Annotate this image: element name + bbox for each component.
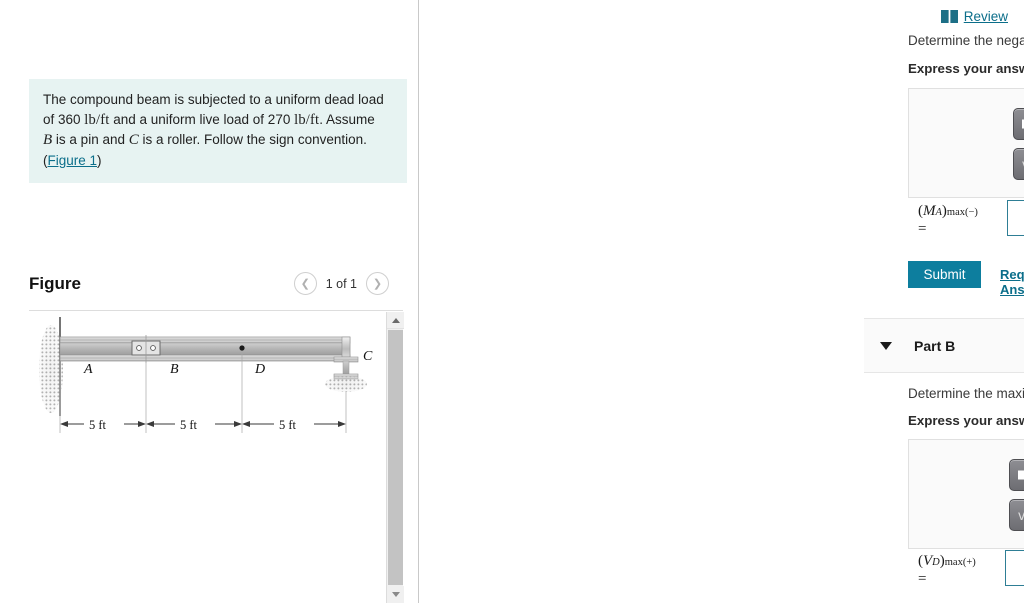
submit-button[interactable]: Submit bbox=[908, 261, 981, 288]
part-a-question: Determine the negative bending moment at… bbox=[908, 32, 1024, 50]
figure-panel: A B D C 5 ft 5 ft 5 ft bbox=[29, 310, 404, 603]
book-icon bbox=[940, 10, 958, 23]
part-a-question-text: Determine the negative bending moment at bbox=[908, 33, 1024, 48]
live-load-unit: lb/ft bbox=[294, 111, 320, 128]
dimension-2: 5 ft bbox=[180, 418, 198, 432]
part-b-header[interactable]: Part B bbox=[864, 318, 1024, 373]
review-label: Review bbox=[963, 9, 1008, 24]
figure-scrollbar[interactable] bbox=[386, 312, 404, 603]
figure-title: Figure bbox=[29, 273, 81, 293]
part-a-symbol: M bbox=[923, 203, 936, 219]
problem-line-2c: . Assume bbox=[319, 111, 375, 127]
vector-button-b[interactable]: vec bbox=[1009, 499, 1024, 531]
part-b-toolbar: □ ΑΣφ ↓↑ vec bbox=[909, 440, 1024, 548]
vector-label-b: vec bbox=[1018, 507, 1024, 523]
dead-load-unit: lb/ft bbox=[84, 111, 110, 128]
part-b-qualifier: max(+) bbox=[944, 557, 976, 568]
part-b-question-text: Determine the maximum positive shear at bbox=[908, 386, 1024, 401]
problem-line-2b: and a uniform live load of 270 bbox=[109, 111, 295, 127]
part-b-answer-card: □ ΑΣφ ↓↑ vec bbox=[908, 439, 1024, 549]
template-root-button-b[interactable]: □ bbox=[1009, 459, 1024, 491]
pin-label-b: B bbox=[43, 132, 53, 148]
chevron-right-icon[interactable]: ❯ bbox=[366, 272, 389, 295]
part-a-toolbar: □ ΑΣφ ↓↑ vec bbox=[909, 89, 1024, 197]
figure-header: Figure ❮ 1 of 1 ❯ bbox=[29, 272, 389, 295]
problem-statement: The compound beam is subjected to a unif… bbox=[29, 79, 407, 183]
request-answer-link[interactable]: Request Answer bbox=[1000, 267, 1024, 297]
caret-down-icon[interactable] bbox=[880, 341, 892, 350]
problem-line-1: The compound beam is subjected to a unif… bbox=[43, 92, 384, 107]
chevron-left-icon[interactable]: ❮ bbox=[293, 272, 317, 295]
template-root-icon-b: □ bbox=[1018, 470, 1024, 480]
part-a-qualifier: max(−) bbox=[946, 207, 978, 218]
left-panel: The compound beam is subjected to a unif… bbox=[0, 0, 419, 603]
part-b-answer-label: (VD)max(+) = bbox=[918, 553, 976, 588]
part-a-instruction: Express your answer using three signific… bbox=[908, 61, 1024, 76]
label-B: B bbox=[170, 362, 179, 377]
scroll-up-button[interactable] bbox=[387, 312, 404, 329]
problem-line-2a: of 360 bbox=[43, 111, 85, 127]
part-b-subscript: D bbox=[932, 557, 940, 568]
figure-link[interactable]: Figure 1 bbox=[48, 153, 98, 168]
part-b-equals: = bbox=[918, 571, 927, 587]
part-b-symbol: V bbox=[923, 553, 933, 569]
dimension-3: 5 ft bbox=[279, 418, 297, 432]
part-b-question: Determine the maximum positive shear at … bbox=[908, 386, 1024, 403]
label-C: C bbox=[363, 349, 373, 364]
figure-count: 1 of 1 bbox=[325, 276, 357, 291]
part-a-answer-input[interactable] bbox=[1007, 200, 1024, 236]
problem-line-3b: is a roller. Follow the sign convention. bbox=[138, 132, 367, 147]
part-b-answer-input[interactable] bbox=[1005, 550, 1024, 586]
review-link[interactable]: Review bbox=[940, 9, 1008, 24]
label-D: D bbox=[254, 362, 265, 377]
paren-close: ) bbox=[97, 152, 102, 168]
scrollbar-thumb[interactable] bbox=[388, 330, 403, 585]
vector-button[interactable]: vec bbox=[1013, 148, 1024, 180]
part-b-title: Part B bbox=[914, 337, 956, 354]
scroll-down-button[interactable] bbox=[387, 586, 404, 603]
label-A: A bbox=[83, 362, 93, 377]
part-a-answer-label: (MA)max(−) = bbox=[918, 203, 978, 238]
right-panel: Review Determine the negative bending mo… bbox=[419, 0, 1024, 603]
part-b-instruction: Express your answer using three signific… bbox=[908, 413, 1024, 428]
dimension-1: 5 ft bbox=[89, 418, 107, 432]
figure-nav: ❮ 1 of 1 ❯ bbox=[293, 272, 389, 295]
part-a-answer-card: □ ΑΣφ ↓↑ vec bbox=[908, 88, 1024, 198]
part-a-equals: = bbox=[918, 221, 927, 237]
beam-diagram: A B D C 5 ft 5 ft 5 ft bbox=[39, 317, 373, 433]
template-root-button[interactable]: □ bbox=[1013, 108, 1024, 140]
roller-label-c: C bbox=[128, 132, 139, 148]
problem-line-3a: is a pin and bbox=[52, 132, 129, 147]
page-root: The compound beam is subjected to a unif… bbox=[0, 0, 1024, 603]
